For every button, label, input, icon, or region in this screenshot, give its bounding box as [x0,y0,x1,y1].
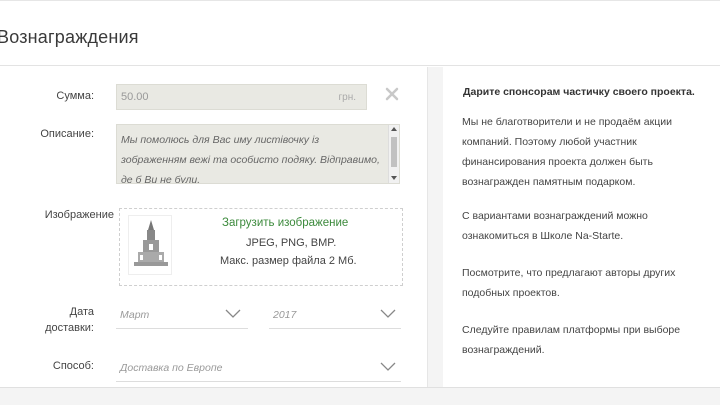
info-paragraph: Посмотрите, что предлагают авторы других… [462,267,676,299]
sum-value: 50.00 [121,91,149,103]
delivery-date-label-line2: доставки: [45,322,94,334]
sum-currency: грн. [338,92,356,103]
delivery-month-select[interactable]: Март [116,303,248,329]
delivery-method-value: Доставка по Европе [120,362,223,374]
info-paragraph: Следуйте правилам платформы при выборе в… [462,324,681,356]
description-scrollbar[interactable] [388,125,399,183]
scroll-up-icon[interactable] [391,127,397,131]
delivery-method-select[interactable]: Доставка по Европе [116,356,401,382]
info-paragraph: Мы не благотворители и не продаём акции … [462,116,672,188]
sum-input[interactable]: 50.00 грн. [116,84,367,110]
upload-formats: JPEG, PNG, BMP. [246,237,337,249]
delivery-month-value: Март [120,309,150,321]
upload-max-size: Макс. размер файла 2 Мб. [220,255,357,267]
method-label: Способ: [52,360,94,372]
description-textarea[interactable]: Мы помолюсь для Вас иму листівочку із зо… [116,124,400,184]
delivery-date-label-line1: Дата [69,306,94,318]
image-label: Изображение [44,209,114,221]
page-title: Вознаграждения [0,27,139,47]
upload-image-link[interactable]: Загрузить изображение [222,217,348,229]
chevron-down-icon[interactable] [224,306,242,318]
close-icon[interactable] [384,86,400,102]
image-preview [128,215,172,275]
delivery-year-value: 2017 [273,309,297,321]
chevron-down-icon[interactable] [379,359,397,371]
delivery-year-select[interactable]: 2017 [269,303,401,329]
page-header: Вознаграждения [0,0,720,66]
info-title: Дарите спонсорам частичку своего проекта… [463,86,695,98]
image-upload-area[interactable]: Загрузить изображение JPEG, PNG, BMP. Ма… [119,208,403,286]
scroll-down-icon[interactable] [391,176,397,180]
info-paragraph: С вариантами вознаграждений можно ознако… [462,210,648,242]
chevron-down-icon[interactable] [379,306,397,318]
sum-label: Сумма: [56,90,94,102]
description-label: Описание: [40,128,94,140]
description-text: Мы помолюсь для Вас иму листівочку із зо… [121,134,380,184]
bottom-divider [0,387,720,388]
scroll-thumb[interactable] [391,137,397,167]
